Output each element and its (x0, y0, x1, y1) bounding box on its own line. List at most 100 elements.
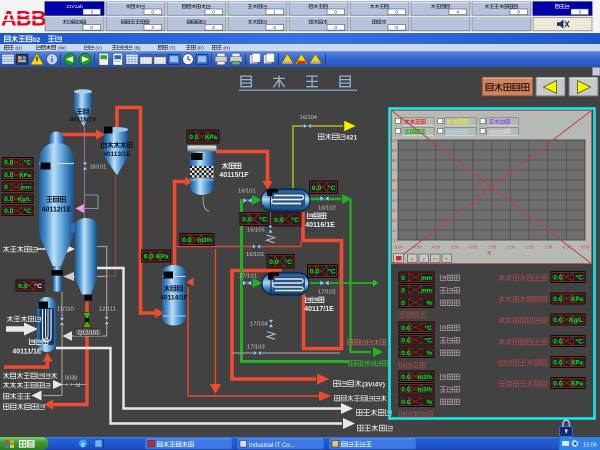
svg-text:-1.50: -1.50 (524, 245, 534, 250)
svg-text:44: 44 (392, 198, 397, 203)
svg-text:0: 0 (212, 25, 215, 30)
svg-text:40117/1E: 40117/1E (304, 306, 334, 313)
svg-text:Kg/L: Kg/L (569, 317, 583, 324)
svg-text:16/105: 16/105 (247, 228, 265, 234)
svg-text:e: e (81, 441, 84, 449)
svg-text:-2.00: -2.00 (506, 245, 516, 250)
svg-text:0.0: 0.0 (401, 350, 411, 357)
svg-text:-4.00: -4.00 (431, 245, 441, 250)
svg-text:66: 66 (392, 178, 397, 183)
svg-text:0: 0 (401, 300, 405, 307)
svg-text:Q12/101: Q12/101 (78, 330, 99, 336)
svg-text:40115/1F: 40115/1F (219, 172, 249, 179)
svg-text:KPa: KPa (205, 134, 218, 141)
svg-text:0.00: 0.00 (581, 245, 590, 250)
svg-text:0: 0 (273, 25, 276, 30)
svg-text:99: 99 (392, 148, 397, 153)
svg-text:40113/1E: 40113/1E (103, 151, 131, 158)
svg-text:-2.50: -2.50 (487, 245, 497, 250)
svg-text:(V): (V) (95, 46, 102, 52)
svg-text:12/111: 12/111 (99, 307, 116, 313)
svg-text:0.0: 0.0 (189, 134, 199, 141)
svg-text:0.0: 0.0 (4, 172, 13, 179)
svg-text:-5.00: -5.00 (393, 245, 403, 250)
svg-text:KPa: KPa (20, 173, 32, 179)
svg-text:40116/1E: 40116/1E (305, 222, 335, 229)
svg-text:0.0: 0.0 (242, 217, 252, 224)
svg-text:15:06: 15:06 (583, 442, 597, 448)
svg-text:55: 55 (392, 188, 397, 193)
svg-text:21V1ab: 21V1ab (66, 4, 83, 10)
svg-text:22: 22 (392, 218, 397, 223)
svg-text:0.0: 0.0 (182, 237, 192, 244)
svg-text:0: 0 (151, 10, 154, 15)
svg-text:(U): (U) (15, 46, 22, 52)
svg-text:Kg/L: Kg/L (18, 197, 31, 203)
svg-text:0.0: 0.0 (269, 259, 279, 266)
svg-text:(B): (B) (134, 46, 141, 52)
svg-text:11: 11 (392, 228, 397, 233)
svg-text:m3/h: m3/h (198, 237, 213, 244)
svg-text:3: 3 (578, 10, 581, 15)
svg-text:KPa: KPa (571, 360, 584, 367)
svg-text:0.0: 0.0 (401, 399, 411, 406)
svg-text:11/110: 11/110 (57, 307, 74, 313)
svg-text:40112/1E: 40112/1E (42, 207, 72, 214)
svg-text:17/103: 17/103 (247, 345, 265, 351)
svg-text:°C: °C (259, 216, 267, 224)
svg-text:0.0: 0.0 (401, 386, 411, 393)
svg-text:4: 4 (151, 25, 154, 30)
svg-text:°C: °C (575, 338, 583, 346)
svg-text:421: 421 (346, 135, 358, 142)
svg-text:4: 4 (456, 10, 459, 15)
svg-text:ABB: ABB (1, 7, 46, 31)
svg-text:88: 88 (392, 158, 397, 163)
svg-text:0.0: 0.0 (312, 185, 322, 192)
svg-text:0.0: 0.0 (18, 283, 28, 290)
svg-text:0.0: 0.0 (4, 208, 13, 215)
svg-text:°C: °C (34, 282, 42, 290)
svg-text:1: 1 (273, 10, 276, 15)
svg-text:Y+: Y+ (433, 257, 439, 262)
svg-text:(3V/4V): (3V/4V) (362, 382, 385, 389)
svg-text:0: 0 (90, 25, 93, 30)
svg-text:0: 0 (4, 184, 8, 191)
svg-text:0.0: 0.0 (401, 374, 411, 381)
svg-text:0: 0 (401, 275, 405, 282)
svg-text:77: 77 (392, 168, 397, 173)
svg-text:16/103: 16/103 (246, 252, 264, 258)
svg-text:0.0: 0.0 (553, 339, 563, 346)
svg-text:°C: °C (424, 336, 432, 344)
svg-text:0: 0 (517, 10, 520, 15)
svg-text:16/104: 16/104 (300, 115, 317, 121)
svg-text:-4.50: -4.50 (412, 245, 422, 250)
svg-text:0.0: 0.0 (274, 217, 284, 224)
svg-text:0: 0 (395, 25, 398, 30)
svg-text:0.0: 0.0 (553, 381, 563, 388)
svg-text:Industrial IT Co...: Industrial IT Co... (249, 443, 295, 449)
svg-text:33: 33 (392, 208, 397, 213)
svg-text:%: % (426, 350, 432, 357)
svg-text:110: 110 (390, 138, 397, 143)
svg-text:0.0: 0.0 (401, 325, 411, 332)
svg-text:3: 3 (90, 10, 93, 15)
svg-text:°C: °C (291, 216, 299, 224)
svg-text:M: M (76, 383, 80, 389)
svg-text:0038: 0038 (65, 376, 77, 382)
svg-text:°C: °C (24, 159, 32, 167)
svg-text:16/101: 16/101 (238, 189, 256, 195)
svg-text:0.0: 0.0 (553, 360, 563, 367)
svg-text:KPa: KPa (571, 381, 584, 388)
svg-text:KPa: KPa (156, 254, 169, 261)
svg-text:0.0: 0.0 (553, 296, 563, 303)
svg-text:°C: °C (328, 268, 336, 276)
svg-text:0: 0 (334, 10, 337, 15)
svg-text:0: 0 (334, 25, 337, 30)
svg-text:°C: °C (284, 258, 292, 266)
svg-text:0.0: 0.0 (4, 160, 13, 167)
svg-text:40118/1V: 40118/1V (70, 117, 97, 124)
svg-text:0.0: 0.0 (310, 269, 320, 276)
svg-text:17/104: 17/104 (250, 322, 269, 328)
svg-text:mm: mm (421, 275, 433, 282)
svg-text:0.0: 0.0 (553, 317, 563, 324)
